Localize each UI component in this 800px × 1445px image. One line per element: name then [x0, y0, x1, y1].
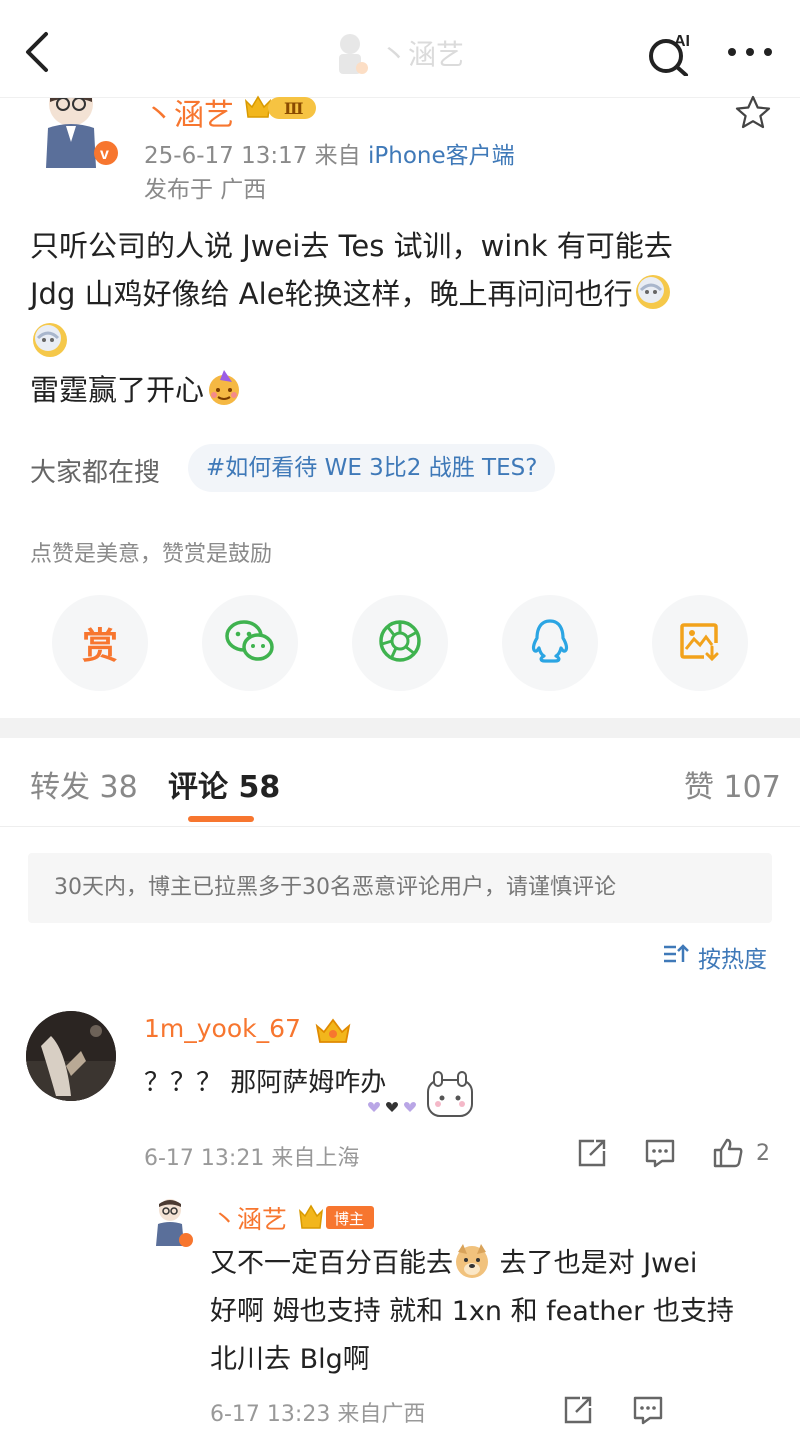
share-moments-button[interactable] [352, 595, 448, 691]
post-meta: 25-6-17 13:17 来自 iPhone客户端 [144, 136, 515, 170]
reward-button[interactable]: 赏 [52, 595, 148, 691]
comment-time: 6-17 13:21 来自上海 [144, 1146, 360, 1171]
save-image-button[interactable] [652, 595, 748, 691]
reply-comment-icon[interactable] [644, 1137, 676, 1169]
post-line: 只听公司的人说 Jwei去 Tes 试训，wink 有可能去 [30, 229, 673, 263]
nav-avatar [330, 30, 370, 76]
svg-text:Ⅲ: Ⅲ [284, 99, 303, 118]
dizzy-face-emoji-icon [633, 272, 673, 312]
comment-like-count: 2 [756, 1141, 770, 1166]
trending-search-tag[interactable]: #如何看待 WE 3比2 战胜 TES? [188, 444, 556, 492]
trending-search-label: 大家都在搜 [30, 458, 161, 488]
tabs-border [0, 826, 800, 827]
active-tab-indicator [188, 816, 254, 822]
comment-notice: 30天内，博主已拉黑多于30名恶意评论用户，请谨慎评论 [28, 853, 772, 923]
post-line [30, 318, 770, 366]
member-level-badge: Ⅲ [244, 93, 320, 121]
svg-text:v: v [100, 146, 109, 163]
tab-repost[interactable]: 转发 38 [30, 762, 138, 806]
nav-title-group: 丶涵艺 [330, 28, 464, 78]
doge-emoji-icon [453, 1242, 491, 1280]
reply-author-avatar[interactable] [150, 1196, 196, 1250]
post-line: Jdg 山鸡好像给 Ale轮换这样，晚上再问问也行 [30, 270, 770, 318]
more-options-icon[interactable] [726, 42, 774, 62]
section-divider [0, 718, 800, 738]
qq-icon [529, 618, 571, 668]
reply-text: 又不一定百分百能去 去了也是对 Jwei 好啊 姆也支持 就和 1xn 和 fe… [210, 1240, 770, 1384]
like-comment-icon[interactable] [712, 1137, 744, 1169]
reply-line: 又不一定百分百能去 去了也是对 Jwei [210, 1240, 770, 1288]
dizzy-face-emoji-icon [30, 320, 70, 360]
back-arrow-icon[interactable] [18, 28, 58, 76]
author-name[interactable]: 丶涵艺 [144, 90, 234, 134]
blogger-badge: 博主 [298, 1203, 376, 1231]
share-wechat-button[interactable] [202, 595, 298, 691]
post-body: 只听公司的人说 Jwei去 Tes 试训，wink 有可能去 Jdg 山鸡好像给… [30, 222, 770, 414]
source-prefix: 来自 [314, 143, 361, 169]
post-location: 发布于 广西 [144, 177, 267, 203]
post-date: 25-6-17 13:17 [144, 143, 308, 169]
reply-line: 北川去 Blg啊 [210, 1344, 370, 1375]
svg-text:AI: AI [674, 33, 690, 50]
tab-likes[interactable]: 赞 107 [684, 762, 781, 806]
author-avatar[interactable]: v [26, 98, 120, 168]
post-line: 雷霆赢了开心 [30, 366, 770, 414]
nav-title: 丶涵艺 [380, 38, 465, 71]
repost-reply-icon[interactable] [562, 1394, 594, 1426]
reply-reply-icon[interactable] [632, 1394, 664, 1426]
sort-label: 按热度 [698, 947, 767, 973]
party-face-emoji-icon [204, 368, 244, 408]
share-qq-button[interactable] [502, 595, 598, 691]
reply-time: 6-17 13:23 来自广西 [210, 1402, 426, 1427]
reward-icon: 赏 [81, 626, 118, 667]
vip-crown-icon [314, 1016, 352, 1046]
tab-comments[interactable]: 评论 58 [168, 762, 280, 806]
bunny-sticker-icon [366, 1070, 476, 1120]
svg-text:博主: 博主 [334, 1210, 364, 1228]
wechat-icon [224, 619, 276, 667]
sort-icon [662, 942, 690, 972]
commenter-name[interactable]: 1m_yook_67 [144, 1014, 301, 1043]
reply-line: 好啊 姆也支持 就和 1xn 和 feather 也支持 [210, 1296, 734, 1327]
favorite-star-icon[interactable] [734, 94, 772, 130]
repost-comment-icon[interactable] [576, 1137, 608, 1169]
moments-icon [377, 618, 423, 668]
post-source[interactable]: iPhone客户端 [368, 143, 515, 169]
sort-by-hot-button[interactable]: 按热度 [662, 940, 767, 974]
top-navigation-bar: 丶涵艺 AI [0, 0, 800, 98]
reward-tip: 点赞是美意，赞赏是鼓励 [30, 542, 273, 567]
commenter-avatar[interactable] [26, 1011, 116, 1101]
ai-search-icon[interactable]: AI [646, 30, 696, 77]
reply-author-name[interactable]: 丶涵艺 [212, 1200, 287, 1236]
comment-text: ？？？ 那阿萨姆咋办 [144, 1068, 387, 1098]
save-image-icon [678, 619, 722, 667]
